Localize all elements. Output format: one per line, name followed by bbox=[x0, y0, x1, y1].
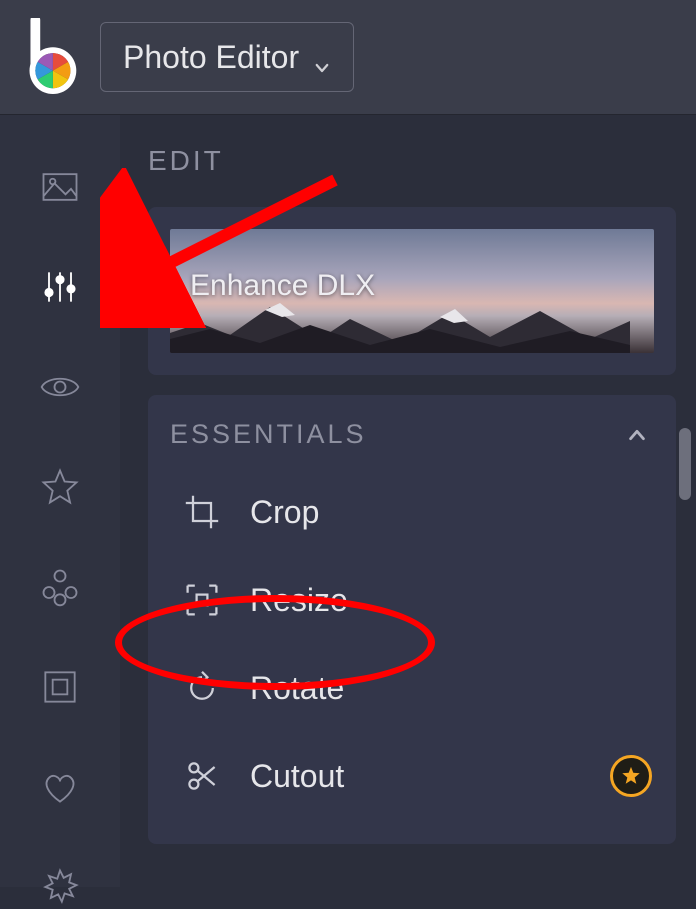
mode-dropdown-label: Photo Editor bbox=[123, 39, 299, 76]
rail-sliders-icon[interactable] bbox=[38, 265, 82, 309]
tool-rotate[interactable]: Rotate bbox=[148, 644, 676, 732]
tool-resize[interactable]: Resize bbox=[148, 556, 676, 644]
rail-heart-icon[interactable] bbox=[38, 765, 82, 809]
scrollbar-thumb[interactable] bbox=[679, 428, 691, 500]
essentials-section: ESSENTIALS Crop Resize bbox=[148, 395, 676, 844]
crop-icon bbox=[182, 492, 222, 532]
premium-star-badge bbox=[610, 755, 652, 797]
app-logo bbox=[18, 18, 80, 96]
top-bar: Photo Editor bbox=[0, 0, 696, 115]
essentials-header[interactable]: ESSENTIALS bbox=[148, 419, 676, 468]
enhance-dlx-label: Enhance DLX bbox=[190, 269, 375, 303]
essentials-title: ESSENTIALS bbox=[170, 419, 367, 450]
resize-icon bbox=[182, 580, 222, 620]
tool-rotate-label: Rotate bbox=[250, 670, 344, 707]
rail-star-icon[interactable] bbox=[38, 465, 82, 509]
tool-resize-label: Resize bbox=[250, 582, 348, 619]
enhance-dlx-card[interactable]: Enhance DLX bbox=[148, 207, 676, 375]
mountain-illustration bbox=[170, 295, 630, 353]
edit-panel: EDIT Enhance DLX ESSENTIALS Crop bbox=[120, 115, 696, 887]
rail-shapes-icon[interactable] bbox=[38, 565, 82, 609]
sidebar-rail bbox=[0, 115, 120, 887]
chevron-down-icon bbox=[313, 48, 331, 66]
rail-image-icon[interactable] bbox=[38, 165, 82, 209]
mode-dropdown[interactable]: Photo Editor bbox=[100, 22, 354, 92]
enhance-dlx-preview: Enhance DLX bbox=[170, 229, 654, 353]
tool-cutout-label: Cutout bbox=[250, 758, 344, 795]
tool-crop-label: Crop bbox=[250, 494, 319, 531]
chevron-up-icon bbox=[626, 424, 648, 446]
rail-eye-icon[interactable] bbox=[38, 365, 82, 409]
rail-frame-icon[interactable] bbox=[38, 665, 82, 709]
tool-crop[interactable]: Crop bbox=[148, 468, 676, 556]
rail-burst-icon[interactable] bbox=[38, 865, 82, 909]
edit-section-title: EDIT bbox=[148, 145, 676, 177]
tool-cutout[interactable]: Cutout bbox=[148, 732, 676, 820]
scissors-icon bbox=[182, 756, 222, 796]
rotate-icon bbox=[182, 668, 222, 708]
